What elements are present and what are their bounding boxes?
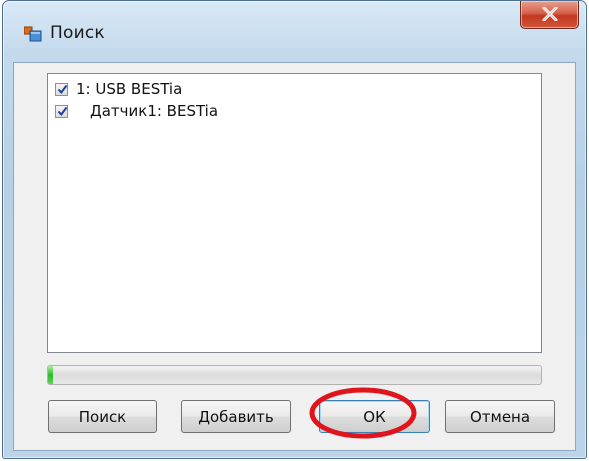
- cancel-button[interactable]: Отмена: [445, 400, 555, 433]
- title-bar[interactable]: Поиск: [3, 1, 586, 63]
- search-dialog-window: Поиск 1: USB BESTia Датчик1: BESTia Поис…: [2, 0, 587, 459]
- app-window-icon: [24, 26, 42, 42]
- checkbox-sensor-bestia[interactable]: [55, 104, 68, 118]
- add-button[interactable]: Добавить: [181, 400, 291, 433]
- check-icon: [57, 106, 68, 116]
- list-item[interactable]: 1: USB BESTia: [55, 80, 182, 98]
- search-progress-bar: [47, 365, 542, 385]
- search-button[interactable]: Поиск: [48, 400, 157, 433]
- device-checklist[interactable]: 1: USB BESTia Датчик1: BESTia: [47, 73, 542, 353]
- check-icon: [57, 84, 68, 94]
- list-item-label: 1: USB BESTia: [76, 80, 183, 98]
- dialog-client-area: 1: USB BESTia Датчик1: BESTia Поиск Доба…: [13, 62, 576, 451]
- window-title: Поиск: [50, 23, 105, 43]
- list-item-label: Датчик1: BESTia: [90, 102, 219, 120]
- close-button[interactable]: [520, 1, 579, 29]
- checkbox-usb-bestia[interactable]: [55, 82, 68, 96]
- close-icon: [542, 7, 558, 21]
- list-item[interactable]: Датчик1: BESTia: [55, 102, 218, 120]
- ok-button[interactable]: ОК: [319, 400, 430, 433]
- progress-fill: [48, 366, 53, 384]
